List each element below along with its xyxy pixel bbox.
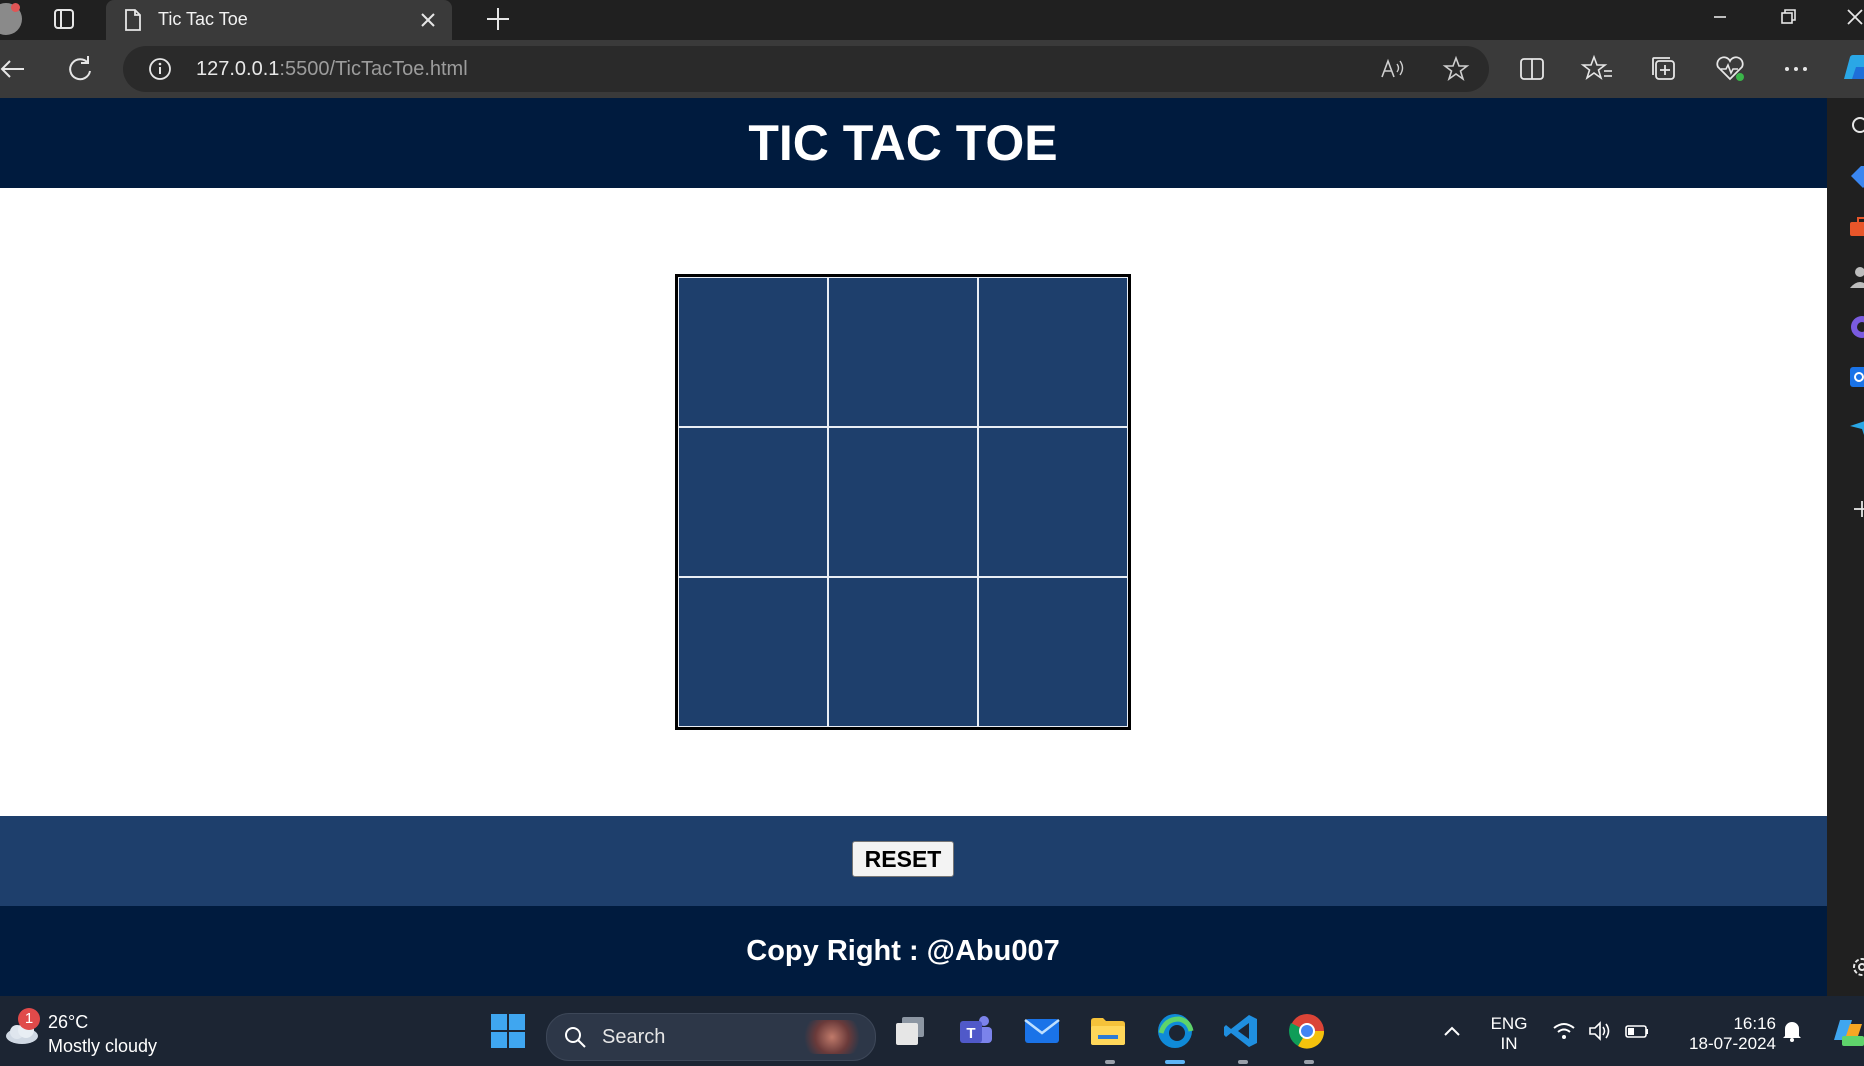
board-cell-7[interactable] [678,577,828,727]
settings-gear-icon[interactable] [1847,952,1864,982]
profile-badge [11,3,20,12]
browser-toolbar: 127.0.0.1:5500/TicTacToe.html [0,40,1864,98]
profile-avatar[interactable] [0,3,22,35]
clock-time: 16:16 [1733,1014,1776,1033]
windows-start-icon[interactable] [490,1013,526,1049]
board-cell-2[interactable] [828,277,978,427]
mail-icon[interactable] [1022,1011,1062,1051]
browser-essentials-icon[interactable] [1710,49,1750,89]
page-header: TIC TAC TOE [0,98,1827,188]
split-screen-icon[interactable] [1512,49,1552,89]
weather-notification-badge: 1 [18,1008,40,1030]
language-indicator[interactable]: ENG IN [1487,1014,1531,1054]
shopping-tag-icon[interactable] [1847,162,1864,192]
edge-sidebar [1827,98,1864,996]
tools-icon[interactable] [1847,212,1864,242]
region-code: IN [1500,1034,1518,1053]
copilot-preview-icon[interactable] [1830,1014,1864,1048]
chrome-icon[interactable] [1287,1011,1327,1051]
weather-temperature[interactable]: 26°C [48,1012,88,1033]
board-cell-4[interactable] [678,427,828,577]
task-view-icon[interactable] [890,1011,930,1051]
close-tab-icon[interactable] [414,6,442,34]
address-bar[interactable]: 127.0.0.1:5500/TicTacToe.html [123,46,1489,92]
reset-button[interactable]: RESET [852,841,954,877]
close-window-icon[interactable] [1828,0,1864,34]
more-options-icon[interactable] [1776,49,1816,89]
windows-taskbar: 1 26°C Mostly cloudy Search T ENG IN 16:… [0,996,1864,1066]
people-icon[interactable] [1847,262,1864,292]
game-board [675,274,1131,730]
chevron-up-icon[interactable] [1439,1018,1465,1044]
edge-browser-icon[interactable] [1155,1011,1195,1051]
board-cell-1[interactable] [678,277,828,427]
search-icon[interactable] [1847,112,1864,142]
vscode-icon[interactable] [1221,1011,1261,1051]
board-cell-9[interactable] [978,577,1128,727]
board-cell-6[interactable] [978,427,1128,577]
outlook-icon[interactable] [1847,362,1864,392]
board-cell-3[interactable] [978,277,1128,427]
board-cell-5[interactable] [828,427,978,577]
search-icon [565,1027,586,1048]
clock[interactable]: 16:16 18-07-2024 [1672,1014,1776,1054]
copilot-sidebar-icon[interactable] [1847,312,1864,342]
edge-active-indicator [1165,1060,1185,1064]
page-icon [125,9,141,31]
browser-title-bar: Tic Tac Toe [0,0,1864,40]
clock-date: 18-07-2024 [1689,1034,1776,1053]
svg-text:T: T [966,1025,975,1042]
site-info-icon[interactable] [147,56,173,82]
favorites-icon[interactable] [1578,49,1618,89]
reset-bar: RESET [0,816,1827,906]
url-path: :5500/TicTacToe.html [279,58,468,80]
taskbar-search[interactable]: Search [546,1013,876,1061]
restore-icon[interactable] [1760,0,1816,34]
vscode-running-indicator [1238,1060,1248,1064]
wifi-icon[interactable] [1551,1018,1577,1044]
favorite-star-icon[interactable] [1441,54,1471,84]
copilot-icon[interactable] [1838,49,1864,89]
notification-bell-icon[interactable] [1779,1018,1805,1044]
board-cell-8[interactable] [828,577,978,727]
search-label: Search [602,1026,666,1048]
file-explorer-icon[interactable] [1088,1011,1128,1051]
new-tab-icon[interactable] [481,2,515,36]
tab-actions-icon[interactable] [50,5,78,33]
back-icon[interactable] [0,49,36,89]
weather-description[interactable]: Mostly cloudy [48,1036,157,1057]
collections-icon[interactable] [1644,49,1684,89]
page-viewport: TIC TAC TOE RESET Copy Right : @Abu007 [0,98,1827,996]
explorer-running-indicator [1105,1060,1115,1064]
url-text[interactable]: 127.0.0.1:5500/TicTacToe.html [196,58,468,81]
read-aloud-icon[interactable] [1377,54,1407,84]
chrome-running-indicator [1304,1060,1314,1064]
url-host: 127.0.0.1 [196,58,280,80]
copyright-text: Copy Right : @Abu007 [746,935,1060,967]
add-icon[interactable] [1847,494,1864,524]
send-icon[interactable] [1847,412,1864,442]
volume-icon[interactable] [1587,1018,1613,1044]
teams-icon[interactable]: T [956,1011,996,1051]
page-title: TIC TAC TOE [748,115,1058,171]
refresh-icon[interactable] [60,49,100,89]
minimize-icon[interactable] [1692,0,1748,34]
search-highlight-image [799,1020,865,1054]
page-footer: Copy Right : @Abu007 [0,906,1827,996]
tab-title: Tic Tac Toe [158,9,248,29]
browser-tab[interactable]: Tic Tac Toe [106,0,452,40]
battery-icon[interactable] [1624,1018,1650,1044]
language-code: ENG [1490,1014,1528,1033]
